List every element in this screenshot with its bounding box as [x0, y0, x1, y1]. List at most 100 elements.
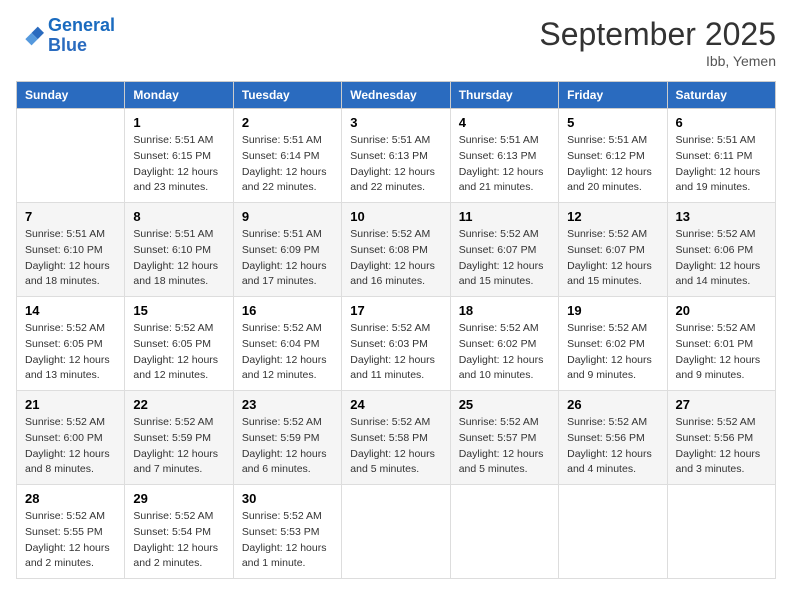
calendar-cell: 16 Sunrise: 5:52 AM Sunset: 6:04 PM Dayli… — [233, 297, 341, 391]
logo-line2: Blue — [48, 35, 87, 55]
day-number: 25 — [459, 397, 550, 412]
calendar-cell: 12 Sunrise: 5:52 AM Sunset: 6:07 PM Dayli… — [559, 203, 667, 297]
day-number: 28 — [25, 491, 116, 506]
day-info: Sunrise: 5:52 AM Sunset: 5:59 PM Dayligh… — [133, 415, 224, 478]
day-info: Sunrise: 5:52 AM Sunset: 5:55 PM Dayligh… — [25, 509, 116, 572]
day-info: Sunrise: 5:51 AM Sunset: 6:10 PM Dayligh… — [25, 227, 116, 290]
calendar-cell: 24 Sunrise: 5:52 AM Sunset: 5:58 PM Dayli… — [342, 391, 450, 485]
day-number: 13 — [676, 209, 767, 224]
calendar-body: 1 Sunrise: 5:51 AM Sunset: 6:15 PM Daylig… — [17, 109, 776, 579]
day-number: 23 — [242, 397, 333, 412]
calendar-cell: 30 Sunrise: 5:52 AM Sunset: 5:53 PM Dayli… — [233, 485, 341, 579]
calendar-cell: 6 Sunrise: 5:51 AM Sunset: 6:11 PM Daylig… — [667, 109, 775, 203]
day-info: Sunrise: 5:51 AM Sunset: 6:13 PM Dayligh… — [350, 133, 441, 196]
day-number: 8 — [133, 209, 224, 224]
calendar-cell: 15 Sunrise: 5:52 AM Sunset: 6:05 PM Dayli… — [125, 297, 233, 391]
day-number: 6 — [676, 115, 767, 130]
day-number: 16 — [242, 303, 333, 318]
day-info: Sunrise: 5:52 AM Sunset: 6:04 PM Dayligh… — [242, 321, 333, 384]
weekday-header-cell: Thursday — [450, 82, 558, 109]
day-info: Sunrise: 5:52 AM Sunset: 5:56 PM Dayligh… — [567, 415, 658, 478]
month-title: September 2025 — [539, 16, 776, 53]
calendar-cell: 10 Sunrise: 5:52 AM Sunset: 6:08 PM Dayli… — [342, 203, 450, 297]
calendar-cell: 22 Sunrise: 5:52 AM Sunset: 5:59 PM Dayli… — [125, 391, 233, 485]
calendar-cell: 18 Sunrise: 5:52 AM Sunset: 6:02 PM Dayli… — [450, 297, 558, 391]
day-info: Sunrise: 5:52 AM Sunset: 6:07 PM Dayligh… — [567, 227, 658, 290]
day-number: 12 — [567, 209, 658, 224]
day-info: Sunrise: 5:51 AM Sunset: 6:11 PM Dayligh… — [676, 133, 767, 196]
day-info: Sunrise: 5:52 AM Sunset: 6:05 PM Dayligh… — [25, 321, 116, 384]
day-number: 30 — [242, 491, 333, 506]
calendar-cell: 23Sunrise: 5:52 AM Sunset: 5:59 PM Dayli… — [233, 391, 341, 485]
day-info: Sunrise: 5:52 AM Sunset: 5:54 PM Dayligh… — [133, 509, 224, 572]
day-number: 26 — [567, 397, 658, 412]
weekday-header-cell: Wednesday — [342, 82, 450, 109]
day-number: 21 — [25, 397, 116, 412]
day-number: 18 — [459, 303, 550, 318]
calendar-cell — [667, 485, 775, 579]
calendar-cell: 29 Sunrise: 5:52 AM Sunset: 5:54 PM Dayli… — [125, 485, 233, 579]
calendar-cell: 1 Sunrise: 5:51 AM Sunset: 6:15 PM Daylig… — [125, 109, 233, 203]
weekday-header-cell: Saturday — [667, 82, 775, 109]
day-number: 19 — [567, 303, 658, 318]
calendar-cell — [342, 485, 450, 579]
calendar-cell: 2 Sunrise: 5:51 AM Sunset: 6:14 PM Daylig… — [233, 109, 341, 203]
day-info: Sunrise: 5:51 AM Sunset: 6:14 PM Dayligh… — [242, 133, 333, 196]
day-info: Sunrise: 5:52 AM Sunset: 6:02 PM Dayligh… — [459, 321, 550, 384]
calendar-cell: 14 Sunrise: 5:52 AM Sunset: 6:05 PM Dayli… — [17, 297, 125, 391]
day-info: Sunrise: 5:52 AM Sunset: 6:05 PM Dayligh… — [133, 321, 224, 384]
calendar-cell: 5Sunrise: 5:51 AM Sunset: 6:12 PM Daylig… — [559, 109, 667, 203]
day-info: Sunrise: 5:52 AM Sunset: 6:02 PM Dayligh… — [567, 321, 658, 384]
day-info: Sunrise: 5:52 AM Sunset: 5:53 PM Dayligh… — [242, 509, 333, 572]
day-number: 1 — [133, 115, 224, 130]
calendar-cell — [450, 485, 558, 579]
day-info: Sunrise: 5:52 AM Sunset: 6:06 PM Dayligh… — [676, 227, 767, 290]
day-info: Sunrise: 5:52 AM Sunset: 5:58 PM Dayligh… — [350, 415, 441, 478]
day-number: 7 — [25, 209, 116, 224]
day-number: 29 — [133, 491, 224, 506]
day-info: Sunrise: 5:51 AM Sunset: 6:10 PM Dayligh… — [133, 227, 224, 290]
day-info: Sunrise: 5:52 AM Sunset: 6:07 PM Dayligh… — [459, 227, 550, 290]
day-info: Sunrise: 5:51 AM Sunset: 6:15 PM Dayligh… — [133, 133, 224, 196]
calendar-cell: 3 Sunrise: 5:51 AM Sunset: 6:13 PM Daylig… — [342, 109, 450, 203]
day-number: 9 — [242, 209, 333, 224]
day-info: Sunrise: 5:51 AM Sunset: 6:12 PM Dayligh… — [567, 133, 658, 196]
day-number: 24 — [350, 397, 441, 412]
calendar-cell: 9 Sunrise: 5:51 AM Sunset: 6:09 PM Daylig… — [233, 203, 341, 297]
day-number: 3 — [350, 115, 441, 130]
calendar-cell: 20 Sunrise: 5:52 AM Sunset: 6:01 PM Dayli… — [667, 297, 775, 391]
day-info: Sunrise: 5:51 AM Sunset: 6:13 PM Dayligh… — [459, 133, 550, 196]
calendar-cell: 25 Sunrise: 5:52 AM Sunset: 5:57 PM Dayli… — [450, 391, 558, 485]
calendar-cell — [559, 485, 667, 579]
day-number: 10 — [350, 209, 441, 224]
day-info: Sunrise: 5:52 AM Sunset: 6:03 PM Dayligh… — [350, 321, 441, 384]
day-info: Sunrise: 5:51 AM Sunset: 6:09 PM Dayligh… — [242, 227, 333, 290]
weekday-header-row: SundayMondayTuesdayWednesdayThursdayFrid… — [17, 82, 776, 109]
weekday-header-cell: Friday — [559, 82, 667, 109]
day-info: Sunrise: 5:52 AM Sunset: 5:57 PM Dayligh… — [459, 415, 550, 478]
calendar-cell: 11Sunrise: 5:52 AM Sunset: 6:07 PM Dayli… — [450, 203, 558, 297]
day-info: Sunrise: 5:52 AM Sunset: 5:56 PM Dayligh… — [676, 415, 767, 478]
day-info: Sunrise: 5:52 AM Sunset: 6:00 PM Dayligh… — [25, 415, 116, 478]
weekday-header-cell: Sunday — [17, 82, 125, 109]
calendar-cell: 28 Sunrise: 5:52 AM Sunset: 5:55 PM Dayli… — [17, 485, 125, 579]
weekday-header-cell: Tuesday — [233, 82, 341, 109]
day-number: 14 — [25, 303, 116, 318]
day-number: 22 — [133, 397, 224, 412]
calendar-cell: 26 Sunrise: 5:52 AM Sunset: 5:56 PM Dayli… — [559, 391, 667, 485]
calendar-cell — [17, 109, 125, 203]
day-number: 15 — [133, 303, 224, 318]
calendar-cell: 13 Sunrise: 5:52 AM Sunset: 6:06 PM Dayli… — [667, 203, 775, 297]
page-header: General Blue September 2025 Ibb, Yemen — [16, 16, 776, 69]
calendar-week-row: 1 Sunrise: 5:51 AM Sunset: 6:15 PM Daylig… — [17, 109, 776, 203]
day-number: 20 — [676, 303, 767, 318]
weekday-header-cell: Monday — [125, 82, 233, 109]
day-info: Sunrise: 5:52 AM Sunset: 6:08 PM Dayligh… — [350, 227, 441, 290]
logo-text: General Blue — [48, 16, 115, 56]
location: Ibb, Yemen — [539, 53, 776, 69]
calendar-cell: 17Sunrise: 5:52 AM Sunset: 6:03 PM Dayli… — [342, 297, 450, 391]
day-number: 2 — [242, 115, 333, 130]
logo-line1: General — [48, 15, 115, 35]
day-info: Sunrise: 5:52 AM Sunset: 6:01 PM Dayligh… — [676, 321, 767, 384]
calendar-week-row: 21 Sunrise: 5:52 AM Sunset: 6:00 PM Dayli… — [17, 391, 776, 485]
